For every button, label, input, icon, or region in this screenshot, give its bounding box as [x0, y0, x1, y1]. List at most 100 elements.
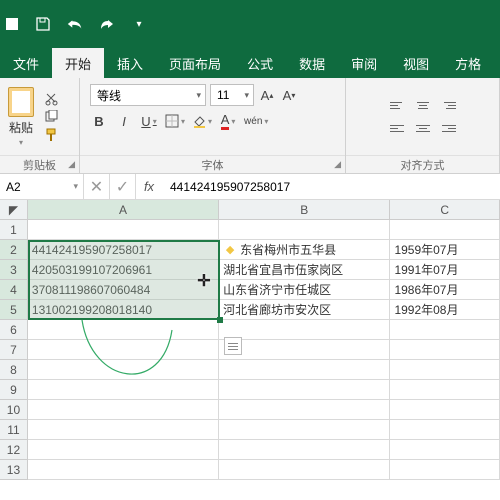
- align-top-right[interactable]: [436, 95, 456, 115]
- cell[interactable]: [390, 420, 500, 440]
- row-header[interactable]: 9: [0, 380, 28, 400]
- row-header[interactable]: 5: [0, 300, 28, 320]
- cell[interactable]: [28, 380, 219, 400]
- cell[interactable]: [390, 440, 500, 460]
- align-center[interactable]: [413, 118, 433, 138]
- cell[interactable]: [390, 220, 500, 240]
- cell[interactable]: [390, 380, 500, 400]
- fill-handle[interactable]: [217, 317, 223, 323]
- row-header[interactable]: 13: [0, 460, 28, 480]
- format-painter-icon[interactable]: [44, 128, 60, 142]
- cell[interactable]: [390, 460, 500, 480]
- cell[interactable]: [28, 440, 219, 460]
- cell[interactable]: [390, 400, 500, 420]
- cell[interactable]: 1992年08月: [390, 300, 500, 320]
- cell[interactable]: [28, 400, 219, 420]
- tab-layout[interactable]: 页面布局: [156, 48, 234, 78]
- cell[interactable]: 东省梅州市五华县: [219, 240, 390, 260]
- row-header[interactable]: 2: [0, 240, 28, 260]
- cell[interactable]: [219, 420, 390, 440]
- row-header[interactable]: 11: [0, 420, 28, 440]
- align-right[interactable]: [436, 118, 456, 138]
- row-header[interactable]: 12: [0, 440, 28, 460]
- save-icon[interactable]: [34, 15, 52, 33]
- cell[interactable]: 1991年07月: [390, 260, 500, 280]
- cell[interactable]: 441424195907258017: [28, 240, 219, 260]
- fill-color-button[interactable]: [192, 111, 212, 131]
- cell[interactable]: [219, 340, 390, 360]
- cell[interactable]: 370811198607060484: [28, 280, 219, 300]
- cell[interactable]: [390, 360, 500, 380]
- col-header-C[interactable]: C: [390, 200, 500, 219]
- tab-formulas[interactable]: 公式: [234, 48, 286, 78]
- underline-button[interactable]: U: [140, 111, 158, 131]
- cell[interactable]: [28, 360, 219, 380]
- font-size-select[interactable]: 11: [210, 84, 254, 106]
- cell[interactable]: [390, 320, 500, 340]
- font-name-select[interactable]: 等线: [90, 84, 206, 106]
- phonetic-button[interactable]: wén: [244, 111, 268, 131]
- row-header[interactable]: 7: [0, 340, 28, 360]
- paste-button[interactable]: 粘贴 ▾: [8, 87, 34, 147]
- cancel-icon[interactable]: ✕: [84, 174, 110, 199]
- cell[interactable]: [219, 460, 390, 480]
- col-header-B[interactable]: B: [219, 200, 390, 219]
- cell[interactable]: 1986年07月: [390, 280, 500, 300]
- shrink-font-icon[interactable]: A▾: [280, 84, 298, 106]
- tab-file[interactable]: 文件: [0, 48, 52, 78]
- tab-view[interactable]: 视图: [390, 48, 442, 78]
- cell[interactable]: [28, 460, 219, 480]
- cell[interactable]: [219, 320, 390, 340]
- cell[interactable]: 河北省廊坊市安次区: [219, 300, 390, 320]
- copy-icon[interactable]: [44, 110, 60, 124]
- undo-icon[interactable]: [66, 15, 84, 33]
- cell[interactable]: [28, 220, 219, 240]
- dialog-launcher-icon[interactable]: ◢: [334, 159, 341, 170]
- qat-customize-icon[interactable]: ▾: [130, 15, 148, 33]
- col-header-A[interactable]: A: [28, 200, 219, 219]
- cell[interactable]: [219, 360, 390, 380]
- row-header[interactable]: 10: [0, 400, 28, 420]
- row-header[interactable]: 8: [0, 360, 28, 380]
- cell[interactable]: [219, 440, 390, 460]
- tab-insert[interactable]: 插入: [104, 48, 156, 78]
- formula-input[interactable]: [162, 174, 500, 199]
- align-top-left[interactable]: [390, 95, 410, 115]
- tab-review[interactable]: 审阅: [338, 48, 390, 78]
- redo-icon[interactable]: [98, 15, 116, 33]
- cell[interactable]: [28, 340, 219, 360]
- cell[interactable]: 131002199208018140: [28, 300, 219, 320]
- tab-data[interactable]: 数据: [286, 48, 338, 78]
- row-header[interactable]: 3: [0, 260, 28, 280]
- tab-home[interactable]: 开始: [52, 48, 104, 78]
- align-top-center[interactable]: [413, 95, 433, 115]
- cell[interactable]: [219, 220, 390, 240]
- italic-button[interactable]: I: [115, 111, 133, 131]
- grow-font-icon[interactable]: A▴: [258, 84, 276, 106]
- cell[interactable]: [390, 340, 500, 360]
- row-header[interactable]: 1: [0, 220, 28, 240]
- cell[interactable]: [28, 420, 219, 440]
- font-color-button[interactable]: A: [219, 111, 237, 131]
- confirm-icon[interactable]: ✓: [110, 174, 136, 199]
- bold-button[interactable]: B: [90, 111, 108, 131]
- cell[interactable]: [219, 380, 390, 400]
- cell[interactable]: 山东省济宁市任城区: [219, 280, 390, 300]
- cell[interactable]: 420503199107206961: [28, 260, 219, 280]
- cell[interactable]: [28, 320, 219, 340]
- fx-icon[interactable]: fx: [136, 174, 162, 199]
- select-all-corner[interactable]: ◤: [0, 200, 28, 219]
- borders-button[interactable]: [165, 111, 185, 131]
- cut-icon[interactable]: [44, 92, 60, 106]
- tab-addins[interactable]: 方格: [442, 48, 494, 78]
- dialog-launcher-icon[interactable]: ◢: [68, 159, 75, 170]
- cell[interactable]: [219, 400, 390, 420]
- smart-tag-icon[interactable]: [224, 337, 242, 355]
- cell[interactable]: 湖北省宜昌市伍家岗区: [219, 260, 390, 280]
- row-header[interactable]: 6: [0, 320, 28, 340]
- error-indicator-icon[interactable]: [223, 243, 237, 257]
- row-header[interactable]: 4: [0, 280, 28, 300]
- align-left[interactable]: [390, 118, 410, 138]
- name-box[interactable]: A2: [0, 174, 84, 199]
- worksheet-grid[interactable]: ◤ A B C 12441424195907258017东省梅州市五华县1959…: [0, 200, 500, 480]
